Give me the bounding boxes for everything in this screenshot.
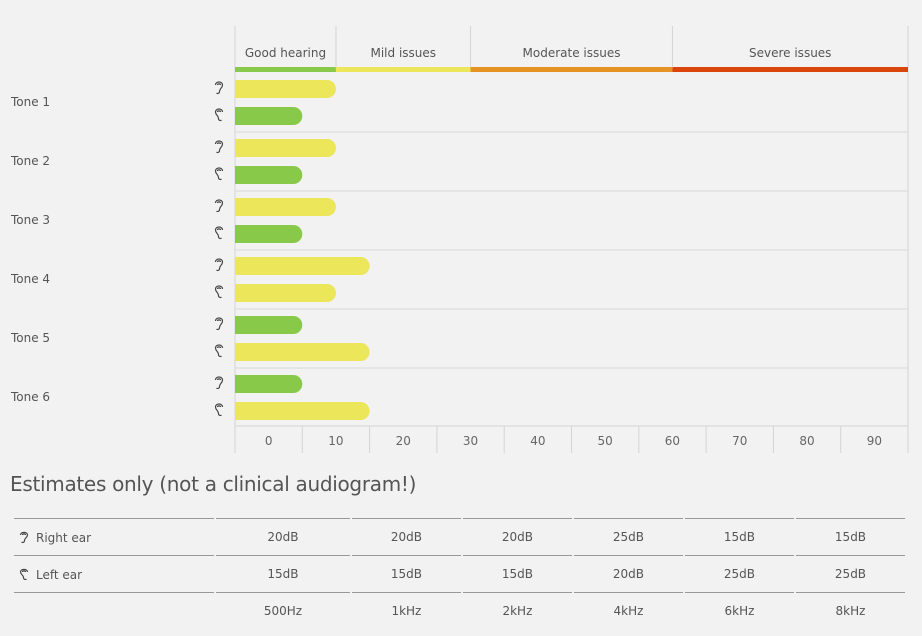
row-header-empty	[14, 592, 214, 629]
bar-left-ear	[235, 343, 370, 361]
table-cell: 15dB	[684, 518, 794, 555]
bar-right-ear	[235, 375, 303, 393]
frequency-label: 500Hz	[216, 592, 350, 629]
results-table: Right ear 20dB 20dB 20dB 25dB 15dB 15dB …	[12, 518, 907, 629]
x-tick-label: 50	[598, 434, 613, 448]
zone-label: Mild issues	[370, 46, 436, 60]
zone-color-band	[672, 67, 908, 72]
table-row-frequencies: 500Hz 1kHz 2kHz 4kHz 6kHz 8kHz	[14, 592, 905, 629]
right-ear-icon	[214, 140, 224, 154]
left-ear-icon	[214, 403, 224, 417]
x-tick-label: 10	[328, 434, 343, 448]
x-tick-label: 80	[799, 434, 814, 448]
table-cell: 20dB	[351, 518, 461, 555]
right-ear-icon	[214, 317, 224, 331]
category-label: Tone 3	[10, 213, 50, 227]
frequency-label: 6kHz	[684, 592, 794, 629]
table-cell: 15dB	[351, 555, 461, 592]
table-cell: 20dB	[216, 518, 350, 555]
bar-right-ear	[235, 316, 303, 334]
chart-title: Estimates only (not a clinical audiogram…	[10, 472, 417, 496]
table-cell: 25dB	[573, 518, 683, 555]
zone-color-band	[335, 67, 471, 72]
bar-right-ear	[235, 139, 336, 157]
bar-right-ear	[235, 198, 336, 216]
category-label: Tone 1	[10, 95, 50, 109]
table-row-right-ear: Right ear 20dB 20dB 20dB 25dB 15dB 15dB	[14, 518, 905, 555]
frequency-label: 2kHz	[462, 592, 572, 629]
row-header: Left ear	[14, 555, 214, 592]
x-tick-label: 70	[732, 434, 747, 448]
table-row-left-ear: Left ear 15dB 15dB 15dB 20dB 25dB 25dB	[14, 555, 905, 592]
right-ear-icon	[214, 81, 224, 95]
category-label: Tone 6	[10, 390, 50, 404]
bar-group	[214, 343, 370, 361]
row-label: Left ear	[36, 567, 83, 582]
bar-group	[214, 316, 303, 334]
right-ear-icon	[214, 376, 224, 390]
row-label: Right ear	[36, 530, 92, 545]
zone-label: Severe issues	[749, 46, 831, 60]
bar-left-ear	[235, 225, 303, 243]
table-cell: 20dB	[462, 518, 572, 555]
zone-label: Good hearing	[245, 46, 326, 60]
right-ear-icon	[19, 531, 29, 543]
left-ear-icon	[19, 568, 29, 580]
frequency-label: 4kHz	[573, 592, 683, 629]
bar-left-ear	[235, 402, 370, 420]
right-ear-icon	[214, 258, 224, 272]
zone-color-band	[235, 67, 336, 72]
x-tick-label: 20	[396, 434, 411, 448]
category-label: Tone 5	[10, 331, 50, 345]
bar-right-ear	[235, 257, 370, 275]
category-label: Tone 4	[10, 272, 50, 286]
left-ear-icon	[214, 226, 224, 240]
bar-group	[214, 402, 370, 420]
zone-header: Good hearing Mild issues Moderate issues Se…	[235, 26, 908, 72]
table-cell: 25dB	[795, 555, 905, 592]
bar-right-ear	[235, 80, 336, 98]
hearing-chart: Good hearing Mild issues Moderate issues Se…	[10, 26, 909, 453]
zone-color-band	[470, 67, 673, 72]
bar-left-ear	[235, 166, 303, 184]
frequency-label: 1kHz	[351, 592, 461, 629]
bar-group	[214, 198, 336, 216]
x-tick-label: 30	[463, 434, 478, 448]
bar-group	[214, 107, 303, 125]
bar-group	[214, 139, 336, 157]
bar-group	[214, 80, 336, 98]
x-tick-label: 90	[867, 434, 882, 448]
table-cell: 15dB	[795, 518, 905, 555]
left-ear-icon	[214, 344, 224, 358]
x-axis: 0 10 20 30 40 50 60 70 80 90	[265, 426, 909, 453]
zone-label: Moderate issues	[523, 46, 621, 60]
left-ear-icon	[214, 108, 224, 122]
table-cell: 20dB	[573, 555, 683, 592]
bar-group	[214, 375, 303, 393]
table-cell: 15dB	[216, 555, 350, 592]
left-ear-icon	[214, 167, 224, 181]
chart-grid	[234, 26, 909, 453]
bar-left-ear	[235, 107, 303, 125]
row-header: Right ear	[14, 518, 214, 555]
table-cell: 25dB	[684, 555, 794, 592]
category-labels: Tone 1 Tone 2 Tone 3 Tone 4 Tone 5 Tone 6	[10, 95, 50, 404]
category-label: Tone 2	[10, 154, 50, 168]
bar-left-ear	[235, 284, 336, 302]
x-tick-label: 40	[530, 434, 545, 448]
table-cell: 15dB	[462, 555, 572, 592]
x-tick-label: 0	[265, 434, 273, 448]
bar-group	[214, 257, 370, 275]
frequency-label: 8kHz	[795, 592, 905, 629]
bar-group	[214, 284, 336, 302]
right-ear-icon	[214, 199, 224, 213]
bar-group	[214, 166, 303, 184]
left-ear-icon	[214, 285, 224, 299]
bar-group	[214, 225, 303, 243]
x-tick-label: 60	[665, 434, 680, 448]
